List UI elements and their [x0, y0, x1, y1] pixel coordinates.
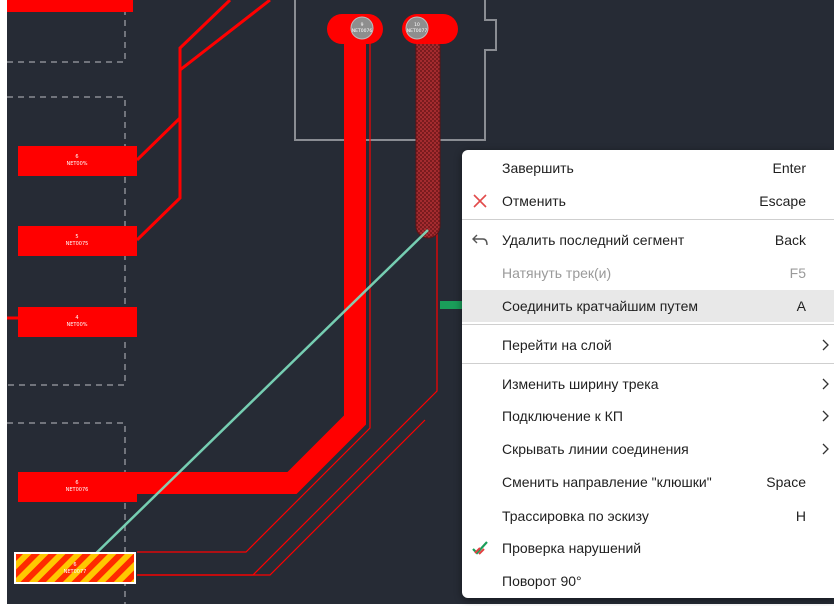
menu-item-sketch-routing[interactable]: Трассировка по эскизу H — [462, 500, 834, 532]
chevron-right-icon — [820, 441, 832, 457]
menu-item-cancel[interactable]: Отменить Escape — [462, 185, 834, 217]
pad[interactable]: 6 NET00% — [18, 146, 137, 176]
menu-item-shortcut: Back — [774, 232, 806, 248]
selected-track[interactable] — [415, 29, 441, 239]
menu-item-label: Поворот 90° — [502, 573, 582, 589]
chevron-right-icon — [820, 408, 832, 424]
chevron-right-icon — [820, 337, 832, 353]
via-net: NET0076 — [352, 28, 373, 34]
pad-number: 6 — [73, 562, 76, 568]
menu-item-rotate-90[interactable]: Поворот 90° — [462, 565, 834, 597]
menu-item-shortcut: F5 — [789, 265, 806, 281]
thick-trace[interactable] — [137, 30, 366, 494]
pad-number: 5 — [75, 234, 78, 240]
menu-item-label: Проверка нарушений — [502, 540, 642, 556]
menu-item-drc-check[interactable]: Проверка нарушений — [462, 532, 834, 564]
highlighted-pad[interactable]: 6 NET0077 — [14, 552, 136, 584]
context-menu: Завершить Enter Отменить Escape Удалить … — [462, 150, 834, 598]
menu-item-label: Завершить — [502, 160, 574, 176]
menu-item-label: Соединить кратчайшим путем — [502, 298, 699, 314]
undo-arrow-icon — [470, 230, 490, 250]
menu-item-label: Изменить ширину трека — [502, 376, 659, 392]
ratsnest-line — [83, 229, 429, 566]
pad-net: NET0075 — [66, 241, 89, 247]
menu-item-connect-to-pad[interactable]: Подключение к КП — [462, 400, 834, 432]
menu-item-label: Подключение к КП — [502, 408, 623, 424]
menu-item-shortcut: H — [795, 508, 806, 524]
menu-item-change-hook-direction[interactable]: Сменить направление "клюшки" Space — [462, 466, 834, 498]
chevron-right-icon — [820, 376, 832, 392]
menu-item-finish[interactable]: Завершить Enter — [462, 152, 834, 184]
menu-item-shortest-path[interactable]: Соединить кратчайшим путем A — [462, 290, 834, 322]
menu-separator — [462, 219, 834, 220]
menu-item-shortcut: Escape — [759, 193, 806, 209]
via-number: 10 — [414, 22, 420, 28]
via-net: NET0077 — [407, 28, 428, 34]
pad-net: NET00% — [66, 322, 87, 328]
pad-number: 6 — [75, 154, 78, 160]
via[interactable]: 9 NET0076 — [327, 14, 383, 44]
menu-item-label: Натянуть трек(и) — [502, 265, 612, 281]
menu-item-tighten-tracks[interactable]: Натянуть трек(и) F5 — [462, 257, 834, 289]
menu-separator — [462, 324, 834, 325]
menu-separator — [462, 363, 834, 364]
menu-item-label: Отменить — [502, 193, 566, 209]
menu-item-hide-connection-lines[interactable]: Скрывать линии соединения — [462, 433, 834, 465]
pad-number: 4 — [75, 315, 78, 321]
pad-net: NET00% — [66, 161, 87, 167]
component-outlines — [7, 0, 126, 604]
menu-item-label: Сменить направление "клюшки" — [502, 474, 712, 490]
pad-net: NET0077 — [64, 569, 87, 575]
menu-item-shortcut: Space — [766, 474, 806, 490]
connector-outline — [294, 0, 497, 141]
menu-item-label: Трассировка по эскизу — [502, 508, 649, 524]
drc-check-icon — [470, 538, 490, 558]
pad-net: NET0076 — [66, 487, 89, 493]
pad[interactable]: 6 NET0076 — [18, 472, 137, 502]
menu-item-label: Скрывать линии соединения — [502, 441, 689, 457]
close-x-icon — [470, 191, 490, 211]
menu-item-label: Перейти на слой — [502, 337, 612, 353]
pad-top-fragment[interactable] — [7, 0, 133, 12]
pad[interactable]: 4 NET00% — [18, 307, 137, 337]
menu-item-shortcut: A — [796, 298, 806, 314]
menu-item-delete-last-segment[interactable]: Удалить последний сегмент Back — [462, 224, 834, 256]
menu-item-change-track-width[interactable]: Изменить ширину трека — [462, 368, 834, 400]
menu-item-shortcut: Enter — [772, 160, 806, 176]
menu-item-go-to-layer[interactable]: Перейти на слой — [462, 329, 834, 361]
pad[interactable]: 5 NET0075 — [18, 226, 137, 256]
via[interactable]: 10 NET0077 — [402, 14, 458, 44]
menu-item-label: Удалить последний сегмент — [502, 232, 685, 248]
via-number: 9 — [361, 22, 364, 28]
pad-number: 6 — [75, 480, 78, 486]
